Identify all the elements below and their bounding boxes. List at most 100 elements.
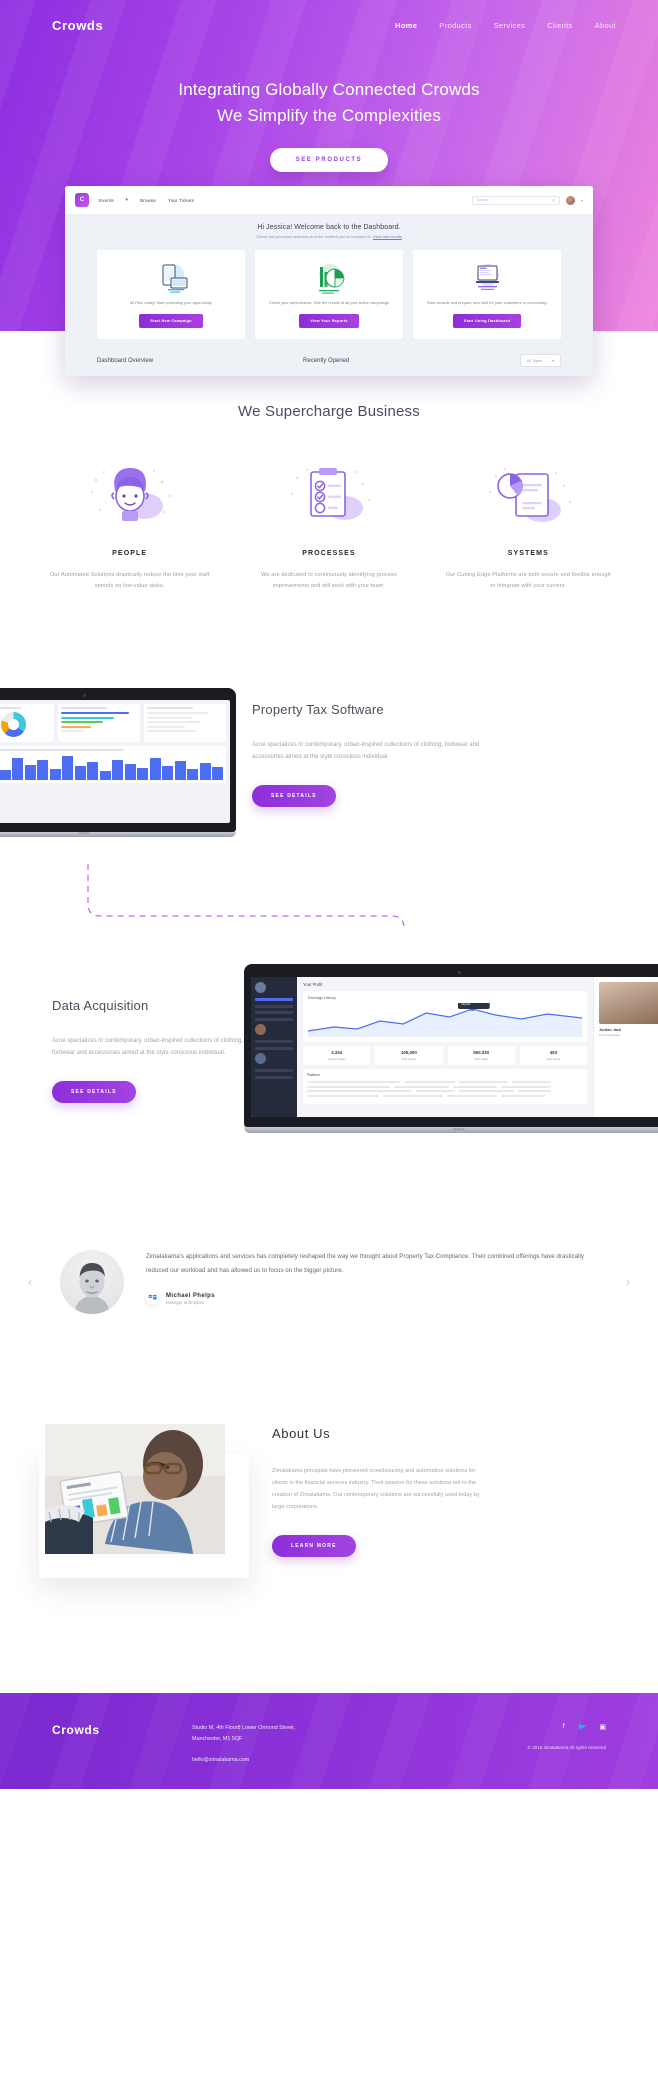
- learn-more-button[interactable]: LEARN MORE: [272, 1535, 356, 1558]
- sidebar-nav-row: [255, 998, 293, 1002]
- dashboard-welcome-subtext: Check out your past searches and the con…: [256, 234, 373, 239]
- all-types-select[interactable]: All Types ▾: [519, 354, 561, 368]
- chevron-down-icon: ▾: [125, 197, 129, 202]
- nav-item-clients[interactable]: Clients: [547, 21, 572, 30]
- data-acquisition-text: Acne specializes in contemporary, urban-…: [52, 1038, 243, 1057]
- mock-row: [147, 725, 185, 728]
- platform-table: Platform: [303, 1068, 587, 1104]
- laptop-screen-content: [0, 700, 230, 824]
- hero-heading: Integrating Globally Connected Crowds We…: [0, 77, 658, 130]
- footer-address-line2: Manchester, M1 5QF: [192, 1735, 243, 1742]
- profile-role: Product Manager: [599, 1033, 621, 1038]
- nav-item-home[interactable]: Home: [395, 21, 417, 30]
- donut-chart-icon: [0, 712, 26, 738]
- property-tax-copy: Property Tax Software Acne specializes i…: [252, 702, 482, 808]
- person-illustration-icon: [44, 460, 215, 528]
- testimonial-author-name: Michael Phelps: [166, 1292, 215, 1299]
- twitter-icon[interactable]: 🐦: [578, 1723, 587, 1731]
- site-footer: Crowds Studio M, 4th Floor8 Lower Ormond…: [0, 1693, 658, 1790]
- feature-text-processes: We are dedicated to continuously identif…: [261, 572, 397, 590]
- feature-title-processes: PROCESSES: [302, 550, 356, 557]
- webcam-dot-icon: [82, 694, 86, 698]
- testimonial-quote: Zimalakama's applications and services h…: [146, 1253, 584, 1275]
- dashboard-card: All Files ready! Start promoting your ap…: [97, 250, 245, 340]
- dashboard-search-input[interactable]: Search ⚲: [471, 195, 560, 205]
- data-see-details-button[interactable]: SEE DETAILS: [52, 1081, 136, 1104]
- dashed-connector-decoration: [87, 864, 405, 927]
- footer-brand[interactable]: Crowds: [52, 1723, 192, 1737]
- mock-panels: [0, 704, 226, 743]
- about-copy: About Us Zimalakama principals have pion…: [272, 1426, 487, 1558]
- main-navigation: Crowds Home Products Services Clients Ab…: [0, 0, 658, 33]
- mock-label: [61, 707, 107, 710]
- property-tax-section: Property Tax Software Acne specializes i…: [0, 688, 658, 927]
- dashboard-card-text: Check your performance. See the results …: [269, 300, 389, 305]
- dashboard-topbar-right: Search ⚲ ▾: [471, 195, 583, 205]
- start-using-dashboard-button[interactable]: Start Using Dashboard: [452, 314, 522, 329]
- dashboard-card-text: Start console and prepare new stuff for …: [426, 300, 548, 305]
- property-see-details-button[interactable]: SEE DETAILS: [252, 785, 336, 808]
- about-section: About Us Zimalakama principals have pion…: [0, 1410, 658, 1615]
- feature-people: PEOPLE Our Automated Solutions drastical…: [30, 460, 229, 592]
- laptop-base: [0, 832, 236, 838]
- data-acquisition-title: Data Acquisition: [52, 998, 149, 1014]
- search-icon: ⚲: [552, 197, 555, 203]
- laptop-screen: [0, 688, 236, 833]
- mock-bars-card: [58, 704, 140, 743]
- mock-label: [0, 707, 21, 710]
- nav-item-products[interactable]: Products: [439, 21, 471, 30]
- nav-item-services[interactable]: Services: [494, 21, 526, 30]
- feature-text-systems: Our Cutting Edge Platforms are both secu…: [445, 572, 611, 590]
- hero-title-line1: Integrating Globally Connected Crowds: [178, 80, 480, 99]
- checklist-illustration-icon: [243, 460, 414, 528]
- dashboard-card: Start console and prepare new stuff for …: [413, 250, 561, 340]
- testimonial-author: Michael Phelps Manager at Dropbox: [146, 1292, 598, 1306]
- table-row: [307, 1090, 583, 1093]
- facebook-icon[interactable]: f: [563, 1723, 565, 1731]
- brand-logo[interactable]: Crowds: [52, 18, 103, 33]
- dashboard-avatar[interactable]: [565, 195, 575, 205]
- footer-email-link[interactable]: hello@zimalakama.com: [192, 1755, 295, 1765]
- footer-address-line1: Studio M, 4th Floor8 Lower Ormond Street…: [192, 1725, 296, 1732]
- instagram-icon[interactable]: ▣: [599, 1723, 606, 1731]
- testimonial-author-role: Manager at Dropbox: [166, 1299, 205, 1305]
- dashboard-mockup: C Events ▾ Browse Your Tickets Search ⚲ …: [65, 186, 593, 377]
- sidebar-nav-row: [255, 1069, 293, 1073]
- view-your-reports-button[interactable]: View Your Reports: [299, 314, 359, 329]
- dashboard-menu-events[interactable]: Events: [99, 198, 114, 203]
- laptop-mockup-left: [0, 688, 236, 838]
- chart-document-illustration-icon: [443, 460, 614, 528]
- dashboard-card-text: All Files ready! Start promoting your ap…: [129, 300, 213, 305]
- mock-stats-card: [144, 704, 226, 743]
- dashboard-logo-icon: C: [75, 193, 89, 207]
- mobile-devices-icon: [104, 260, 238, 296]
- data-acquisition-section: Data Acquisition Acne specializes in con…: [0, 950, 658, 1180]
- mock-label: [147, 707, 193, 710]
- feature-title-people: PEOPLE: [112, 550, 148, 557]
- nav-item-about[interactable]: About: [595, 21, 616, 30]
- feature-systems: SYSTEMS Our Cutting Edge Platforms are b…: [429, 460, 628, 592]
- profile-panel: Jordan Jack Product Manager: [593, 977, 658, 1118]
- sidebar-nav-row: [255, 1040, 293, 1044]
- laptop-screen: Your Profit Earnings History Deposit 3,3…: [244, 964, 658, 1128]
- dashboard-body: Hi Jessica! Welcome back to the Dashboar…: [65, 215, 593, 377]
- mock-bar: [61, 730, 84, 733]
- about-photo: [45, 1424, 225, 1555]
- dashboard-cards: All Files ready! Start promoting your ap…: [65, 239, 593, 349]
- view-last-results-link[interactable]: View last results: [373, 234, 402, 239]
- testimonial-prev-button[interactable]: ‹: [28, 1275, 32, 1289]
- mock-row: [147, 716, 193, 719]
- chart-tooltip-badge: Deposit: [461, 1003, 471, 1007]
- stat-value: 105,000: [400, 1050, 417, 1056]
- dashboard-menu-browse[interactable]: Browse: [140, 198, 156, 203]
- dashboard-welcome: Hi Jessica! Welcome back to the Dashboar…: [65, 224, 593, 239]
- recently-opened-label: Recently Opened: [303, 357, 350, 364]
- stat-card: 3,334 Total Earnings: [303, 1046, 371, 1065]
- see-products-button[interactable]: SEE PRODUCTS: [269, 147, 389, 172]
- sidebar-avatar: [255, 982, 266, 994]
- stat-label: New Users: [546, 1056, 561, 1061]
- dashboard-menu-tickets[interactable]: Your Tickets: [168, 198, 194, 203]
- testimonial-next-button[interactable]: ›: [626, 1275, 630, 1289]
- start-new-campaign-button[interactable]: Start New Campaign: [139, 314, 203, 329]
- earnings-history-panel: Earnings History Deposit: [303, 991, 587, 1043]
